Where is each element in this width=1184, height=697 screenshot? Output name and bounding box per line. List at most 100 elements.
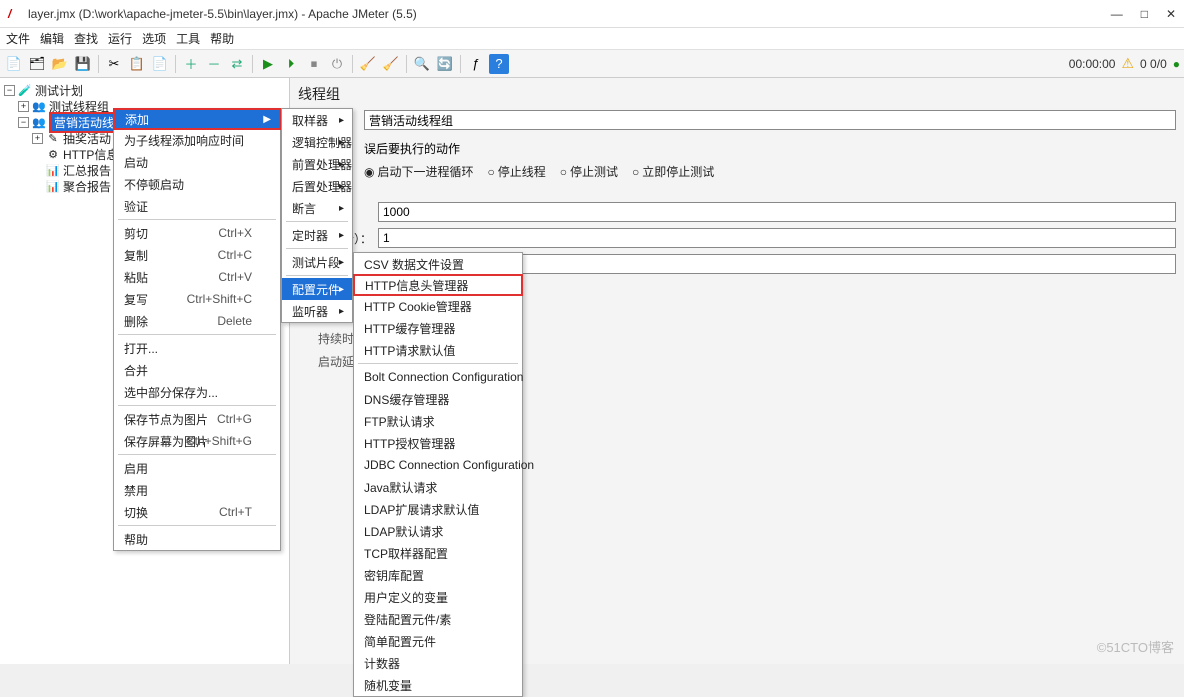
collapse-icon[interactable]: − (18, 117, 29, 128)
toolbar: 📄 🗂 📂 💾 ✂ 📋 📄 ＋ － ⇄ ▶ ⏵ ⏹ ⏻ 🧹 🧹 🔍 🔄 ƒ ? … (0, 50, 1184, 78)
radio-stop-now[interactable]: ○ 立即停止测试 (632, 163, 714, 180)
cfg-http-header[interactable]: HTTP信息头管理器 (353, 274, 523, 296)
open-icon[interactable]: 📂 (50, 54, 70, 74)
ctx-save-screen-img[interactable]: 保存屏幕为图片Ctrl+Shift+G (114, 430, 280, 452)
help-icon[interactable]: ? (489, 54, 509, 74)
copy-icon[interactable]: 📋 (127, 54, 147, 74)
sm-timer[interactable]: 定时器▸ (282, 224, 352, 246)
clear-all-icon[interactable]: 🧹 (381, 54, 401, 74)
ctx-merge[interactable]: 合并 (114, 359, 280, 381)
sm-frag[interactable]: 测试片段▸ (282, 251, 352, 273)
cfg-tcp[interactable]: TCP取样器配置 (354, 542, 522, 564)
ctx-save-selection[interactable]: 选中部分保存为... (114, 381, 280, 403)
testplan-icon: 🧪 (18, 83, 32, 97)
menu-file[interactable]: 文件 (6, 30, 30, 47)
name-input[interactable] (364, 110, 1176, 130)
stop-icon[interactable]: ⏹ (304, 54, 324, 74)
ctx-paste[interactable]: 粘贴Ctrl+V (114, 266, 280, 288)
tree-root[interactable]: − 🧪 测试计划 (0, 82, 289, 98)
ctx-start[interactable]: 启动 (114, 151, 280, 173)
rampup-input[interactable] (378, 228, 1176, 248)
menu-help[interactable]: 帮助 (210, 30, 234, 47)
config-icon: ⚙ (46, 147, 60, 161)
ctx-cut[interactable]: 剪切Ctrl+X (114, 222, 280, 244)
cfg-counter[interactable]: 计数器 (354, 652, 522, 674)
cfg-csv[interactable]: CSV 数据文件设置 (354, 253, 522, 275)
cfg-cache[interactable]: HTTP缓存管理器 (354, 317, 522, 339)
collapse-icon[interactable]: － (204, 54, 224, 74)
cfg-bolt[interactable]: Bolt Connection Configuration (354, 366, 522, 388)
shutdown-icon[interactable]: ⏻ (327, 54, 347, 74)
cfg-auth[interactable]: HTTP授权管理器 (354, 432, 522, 454)
ctx-copy[interactable]: 复制Ctrl+C (114, 244, 280, 266)
menu-options[interactable]: 选项 (142, 30, 166, 47)
ctx-duplicate[interactable]: 复写Ctrl+Shift+C (114, 288, 280, 310)
radio-stop-thread[interactable]: ○ 停止线程 (488, 163, 546, 180)
expand-icon[interactable]: + (18, 101, 29, 112)
start-icon[interactable]: ▶ (258, 54, 278, 74)
threads-input[interactable] (378, 202, 1176, 222)
save-icon[interactable]: 💾 (73, 54, 93, 74)
cfg-ldap[interactable]: LDAP默认请求 (354, 520, 522, 542)
cfg-random[interactable]: 随机变量 (354, 674, 522, 696)
reset-search-icon[interactable]: 🔄 (435, 54, 455, 74)
cfg-keystore[interactable]: 密钥库配置 (354, 564, 522, 586)
sm-pre[interactable]: 前置处理器▸ (282, 153, 352, 175)
ctx-help[interactable]: 帮助 (114, 528, 280, 550)
cfg-http-default[interactable]: HTTP请求默认值 (354, 339, 522, 361)
cfg-java[interactable]: Java默认请求 (354, 476, 522, 498)
cfg-cookie[interactable]: HTTP Cookie管理器 (354, 295, 522, 317)
titlebar: / layer.jmx (D:\work\apache-jmeter-5.5\b… (0, 0, 1184, 28)
report-icon: 📊 (46, 163, 60, 177)
ctx-disable[interactable]: 禁用 (114, 479, 280, 501)
toggle-icon[interactable]: ⇄ (227, 54, 247, 74)
close-button[interactable]: ✕ (1166, 7, 1176, 21)
sm-assert[interactable]: 断言▸ (282, 197, 352, 219)
new-icon[interactable]: 📄 (4, 54, 24, 74)
ctx-delete[interactable]: 删除Delete (114, 310, 280, 332)
ctx-enable[interactable]: 启用 (114, 457, 280, 479)
menu-edit[interactable]: 编辑 (40, 30, 64, 47)
ctx-add-thinktime[interactable]: 为子线程添加响应时间 (114, 129, 280, 151)
ctx-validate[interactable]: 验证 (114, 195, 280, 217)
start-no-pause-icon[interactable]: ⏵ (281, 54, 301, 74)
radio-continue[interactable]: ◉ 启动下一进程循环 (364, 163, 474, 180)
menu-run[interactable]: 运行 (108, 30, 132, 47)
panel-title: 线程组 (298, 84, 1176, 104)
radio-stop-test[interactable]: ○ 停止测试 (560, 163, 618, 180)
cfg-dns[interactable]: DNS缓存管理器 (354, 388, 522, 410)
submenu-config: CSV 数据文件设置 HTTP信息头管理器 HTTP Cookie管理器 HTT… (353, 252, 523, 697)
menubar: 文件 编辑 查找 运行 选项 工具 帮助 (0, 28, 1184, 50)
expand-icon[interactable]: ＋ (181, 54, 201, 74)
ctx-save-node-img[interactable]: 保存节点为图片Ctrl+G (114, 408, 280, 430)
sm-listener[interactable]: 监听器▸ (282, 300, 352, 322)
maximize-button[interactable]: □ (1141, 7, 1148, 21)
cfg-jdbc[interactable]: JDBC Connection Configuration (354, 454, 522, 476)
clear-icon[interactable]: 🧹 (358, 54, 378, 74)
cfg-simple[interactable]: 简单配置元件 (354, 630, 522, 652)
menu-tools[interactable]: 工具 (176, 30, 200, 47)
ctx-start-nopause[interactable]: 不停顿启动 (114, 173, 280, 195)
func-icon[interactable]: ƒ (466, 54, 486, 74)
ctx-open[interactable]: 打开... (114, 337, 280, 359)
sm-post[interactable]: 后置处理器▸ (282, 175, 352, 197)
cfg-user-var[interactable]: 用户定义的变量 (354, 586, 522, 608)
minimize-button[interactable]: — (1111, 7, 1123, 21)
templates-icon[interactable]: 🗂 (27, 54, 47, 74)
expand-icon[interactable]: + (32, 133, 43, 144)
paste-icon[interactable]: 📄 (150, 54, 170, 74)
sm-sampler[interactable]: 取样器▸ (282, 109, 352, 131)
sm-config[interactable]: 配置元件▸ (282, 278, 352, 300)
sm-logic[interactable]: 逻辑控制器▸ (282, 131, 352, 153)
cfg-ftp[interactable]: FTP默认请求 (354, 410, 522, 432)
cut-icon[interactable]: ✂ (104, 54, 124, 74)
cfg-login[interactable]: 登陆配置元件/素 (354, 608, 522, 630)
warning-icon[interactable]: ⚠ (1121, 55, 1134, 72)
error-action-label: 误后要执行的动作 (364, 140, 460, 157)
cfg-ldap-ext[interactable]: LDAP扩展请求默认值 (354, 498, 522, 520)
ctx-add[interactable]: 添加▶ (113, 108, 281, 130)
search-icon[interactable]: 🔍 (412, 54, 432, 74)
collapse-icon[interactable]: − (4, 85, 15, 96)
ctx-toggle[interactable]: 切换Ctrl+T (114, 501, 280, 523)
menu-search[interactable]: 查找 (74, 30, 98, 47)
